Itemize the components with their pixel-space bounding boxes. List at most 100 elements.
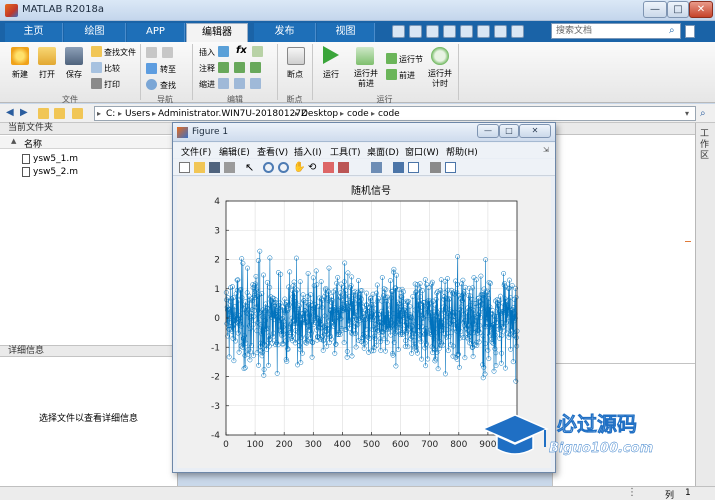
tab-publish[interactable]: 发布	[254, 23, 316, 42]
m-file-icon	[22, 154, 30, 164]
legend-icon[interactable]	[408, 162, 419, 173]
search-docs-input[interactable]: 搜索文档	[551, 23, 681, 39]
pan-icon[interactable]: ✋	[293, 162, 305, 173]
fx-button[interactable]: fx	[236, 45, 247, 56]
save-quick-icon[interactable]	[392, 25, 405, 38]
menu-help[interactable]: 帮助(H)	[446, 145, 478, 158]
current-folder-path[interactable]: ▸ C: ▸ Users ▸ Administrator.WIN7U-20180…	[94, 106, 696, 121]
rotate-icon[interactable]: ⟲	[308, 162, 319, 173]
pointer-icon[interactable]: ↖	[245, 162, 256, 173]
smart-indent-icon[interactable]	[218, 78, 229, 89]
new-figure-icon[interactable]	[179, 162, 190, 173]
search-folder-icon[interactable]: ⌕	[700, 108, 706, 119]
search-icon[interactable]: ⌕	[669, 25, 675, 36]
breakpoints-button[interactable]: 断点	[287, 69, 303, 80]
save-button[interactable]: 保存	[66, 69, 82, 80]
tab-view[interactable]: 视图	[317, 23, 375, 42]
insert-button[interactable]: 插入	[199, 47, 215, 58]
folder-up-icon[interactable]	[38, 108, 49, 119]
figure-minimize-button[interactable]: —	[477, 124, 499, 138]
figure-close-button[interactable]: ✕	[519, 124, 551, 138]
tab-editor[interactable]: 编辑器	[186, 23, 248, 42]
close-button[interactable]: ✕	[689, 1, 713, 18]
minimize-button[interactable]: —	[643, 1, 667, 18]
paste-quick-icon[interactable]	[443, 25, 456, 38]
menu-tools[interactable]: 工具(T)	[330, 145, 361, 158]
crumb-user[interactable]: Administrator.WIN7U-20180127Z	[158, 109, 307, 119]
hide-plot-tools-icon[interactable]	[430, 162, 441, 173]
help-quick-icon[interactable]	[511, 25, 524, 38]
comment-button[interactable]: 注释	[199, 63, 215, 74]
wrap-comment-icon[interactable]	[250, 62, 261, 73]
find-button[interactable]: 查找	[160, 80, 176, 91]
colorbar-icon[interactable]	[393, 162, 404, 173]
browse-folder-icon[interactable]	[54, 108, 65, 119]
open-button[interactable]: 打开	[39, 69, 55, 80]
name-column-header[interactable]: 名称	[24, 137, 42, 150]
link-plot-icon[interactable]	[371, 162, 382, 173]
insert-section-icon[interactable]	[218, 46, 229, 57]
forward-nav-icon[interactable]	[162, 47, 173, 58]
cut-quick-icon[interactable]	[409, 25, 422, 38]
open-file-icon[interactable]	[194, 162, 205, 173]
tab-home[interactable]: 主页	[5, 23, 63, 42]
run-advance-button[interactable]: 运行并 前进	[354, 69, 378, 89]
comment-icon[interactable]	[218, 62, 229, 73]
back-arrow-icon[interactable]: ◀	[6, 107, 14, 118]
path-dropdown-icon[interactable]: ▾	[685, 109, 689, 118]
advance-button[interactable]: 前进	[399, 70, 415, 81]
run-button[interactable]: 运行	[323, 69, 339, 80]
copy-quick-icon[interactable]	[426, 25, 439, 38]
indent-button[interactable]: 缩进	[199, 79, 215, 90]
brush-icon[interactable]	[338, 162, 349, 173]
new-button[interactable]: 新建	[12, 69, 28, 80]
find-files-button[interactable]: 查找文件	[104, 47, 136, 58]
zoom-in-icon[interactable]	[263, 162, 274, 173]
run-section-button[interactable]: 运行节	[399, 54, 423, 65]
goto-button[interactable]: 转至	[160, 64, 176, 75]
print-button[interactable]: 打印	[104, 79, 120, 90]
editor-area[interactable]	[552, 123, 695, 363]
menu-window[interactable]: 窗口(W)	[405, 145, 439, 158]
menu-view[interactable]: 查看(V)	[257, 145, 288, 158]
zoom-out-icon[interactable]	[278, 162, 289, 173]
print-figure-icon[interactable]	[224, 162, 235, 173]
filter-icon[interactable]	[685, 25, 695, 38]
function-icon[interactable]	[252, 46, 263, 57]
menubar-dock-icon[interactable]: ⇲	[543, 146, 549, 154]
crumb-drive[interactable]: C:	[106, 109, 115, 119]
decrease-indent-icon[interactable]	[250, 78, 261, 89]
increase-indent-icon[interactable]	[234, 78, 245, 89]
switch-windows-icon[interactable]	[494, 25, 507, 38]
back-nav-icon[interactable]	[146, 47, 157, 58]
menu-desktop[interactable]: 桌面(D)	[367, 145, 399, 158]
tab-apps[interactable]: APP	[127, 23, 185, 42]
save-figure-icon[interactable]	[209, 162, 220, 173]
figure-titlebar: Figure 1 — □ ✕	[173, 123, 555, 142]
undo-quick-icon[interactable]	[460, 25, 473, 38]
crumb-users[interactable]: Users	[125, 109, 150, 119]
forward-arrow-icon[interactable]: ▶	[20, 107, 28, 118]
file-row[interactable]: ysw5_1.m	[0, 153, 177, 166]
data-cursor-icon[interactable]	[323, 162, 334, 173]
figure-maximize-button[interactable]: □	[499, 124, 519, 138]
redo-quick-icon[interactable]	[477, 25, 490, 38]
file-row[interactable]: ysw5_2.m	[0, 166, 177, 179]
menu-file[interactable]: 文件(F)	[181, 145, 211, 158]
crumb-sep: ▸	[295, 109, 300, 118]
compare-button[interactable]: 比较	[104, 63, 120, 74]
show-plot-tools-icon[interactable]	[445, 162, 456, 173]
run-time-button[interactable]: 运行并 计时	[428, 69, 452, 89]
y-tick-label: 4	[214, 197, 220, 207]
menu-insert[interactable]: 插入(I)	[294, 145, 322, 158]
uncomment-icon[interactable]	[234, 62, 245, 73]
menu-edit[interactable]: 编辑(E)	[219, 145, 250, 158]
crumb-code[interactable]: code	[347, 109, 369, 119]
crumb-code-sub[interactable]: code	[378, 109, 400, 119]
workspace-label[interactable]: 工作区	[700, 129, 712, 162]
crumb-sep: ▸	[371, 109, 376, 118]
x-tick-label: 600	[392, 440, 409, 450]
tab-plots[interactable]: 绘图	[64, 23, 126, 42]
crumb-desktop[interactable]: Desktop	[301, 109, 338, 119]
maximize-button[interactable]: □	[667, 1, 689, 18]
